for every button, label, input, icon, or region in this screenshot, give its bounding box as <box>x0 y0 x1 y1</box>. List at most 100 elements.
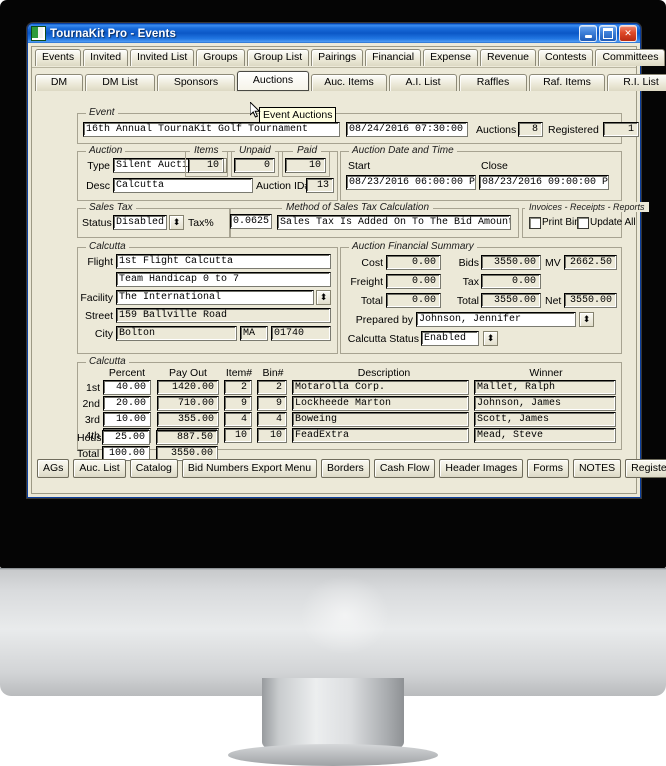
row-percent-1[interactable]: 40.00 <box>103 380 151 395</box>
row-winner-2: Johnson, James <box>474 396 616 411</box>
tab-pairings[interactable]: Pairings <box>311 49 364 66</box>
tab-revenue[interactable]: Revenue <box>479 49 537 66</box>
calcutta-status-field[interactable]: Enabled <box>421 331 479 346</box>
auction-desc-field[interactable]: Calcutta <box>113 178 253 193</box>
auctions-count-field: 8 <box>518 122 543 137</box>
button-notes[interactable]: NOTES <box>572 458 622 478</box>
button-cash-flow[interactable]: Cash Flow <box>373 458 436 478</box>
tab-auc-items[interactable]: Auc. Items <box>311 74 387 91</box>
facility-field[interactable]: The International <box>116 290 314 305</box>
row-item-1: 2 <box>224 380 252 395</box>
tab-invited[interactable]: Invited <box>83 49 129 66</box>
flight-subtitle-field[interactable]: Team Handicap 0 to 7 <box>116 272 331 287</box>
tab-dm-list[interactable]: DM List <box>85 74 155 91</box>
close-button[interactable]: ✕ <box>619 25 637 42</box>
row-winner-4: Mead, Steve <box>474 428 616 443</box>
row-winner-1: Mallet, Ralph <box>474 380 616 395</box>
tab-group-list[interactable]: Group List <box>246 49 310 66</box>
net-field: 3550.00 <box>564 293 617 308</box>
event-group: Event 16th Annual TournaKit Golf Tournam… <box>77 107 639 144</box>
registered-count-field: 1 <box>603 122 639 137</box>
items-group: Items 10 <box>185 145 228 177</box>
total-bids-label: Total <box>456 295 479 307</box>
calcutta-table-legend: Calcutta <box>86 356 129 367</box>
button-header-images[interactable]: Header Images <box>439 458 524 478</box>
prepared-by-field[interactable]: Johnson, Jennifer <box>416 312 576 327</box>
button-catalog[interactable]: Catalog <box>129 458 178 478</box>
tab-raffles[interactable]: Raffles <box>459 74 527 91</box>
tax-method-group: Method of Sales Tax Calculation Sales Ta… <box>229 202 519 238</box>
tab-contests[interactable]: Contests <box>538 49 594 66</box>
tab-expense[interactable]: Expense <box>423 49 478 66</box>
net-label: Net <box>545 295 562 307</box>
minimize-button[interactable] <box>579 25 597 42</box>
button-borders[interactable]: Borders <box>321 458 370 478</box>
maximize-button[interactable] <box>599 25 617 42</box>
row-description-3: Boweing <box>292 412 469 427</box>
button-bid-numbers-export-menu[interactable]: Bid Numbers Export Menu <box>181 458 318 478</box>
row-payout-house: 887.50 <box>156 430 218 445</box>
flight-field[interactable]: 1st Flight Calcutta <box>116 254 331 269</box>
tax-label: Tax <box>462 276 479 288</box>
window-title: TournaKit Pro - Events <box>50 27 176 40</box>
tab-sponsors[interactable]: Sponsors <box>157 74 235 91</box>
row-bin-1: 2 <box>257 380 287 395</box>
window-controls: ✕ <box>579 25 638 42</box>
close-datetime-field[interactable]: 08/23/2016 09:00:00 PM <box>479 175 609 190</box>
calcutta-status-dropdown-button[interactable]: ⬍ <box>483 331 498 346</box>
sales-tax-status-field[interactable]: Disabled <box>113 215 167 230</box>
tab-dm[interactable]: DM <box>35 74 83 91</box>
items-label: Items <box>190 145 223 156</box>
row-percent-3[interactable]: 10.00 <box>103 412 151 427</box>
row-payout-2: 710.00 <box>157 396 219 411</box>
tab-ri-list[interactable]: R.I. List <box>607 74 666 91</box>
street-label: Street <box>84 310 113 322</box>
auction-id-label: Auction ID# <box>256 180 311 192</box>
start-label: Start <box>348 160 371 172</box>
print-bin-checkbox[interactable] <box>529 217 541 229</box>
row-place-2: 2nd <box>82 398 100 410</box>
financial-summary-legend: Auction Financial Summary <box>349 241 477 252</box>
prepared-by-label: Prepared by <box>355 314 413 326</box>
mv-label: MV <box>545 257 561 269</box>
paid-label: Paid <box>293 145 322 156</box>
col-header-bin: Bin# <box>262 367 284 379</box>
tax-percent-label: Tax% <box>188 217 214 229</box>
tab-committees[interactable]: Committees <box>595 49 666 66</box>
event-group-legend: Event <box>86 107 118 118</box>
row-payout-1: 1420.00 <box>157 380 219 395</box>
sales-tax-status-dropdown-button[interactable]: ⬍ <box>169 215 184 230</box>
tab-financial[interactable]: Financial <box>365 49 422 66</box>
event-datetime-field[interactable]: 08/24/2016 07:30:00 AM <box>346 122 468 137</box>
sales-tax-status-label: Status <box>82 217 112 229</box>
calcutta-info-legend: Calcutta <box>86 241 129 252</box>
start-datetime-field[interactable]: 08/23/2016 06:00:00 PM <box>346 175 476 190</box>
update-all-label: Update All <box>590 217 636 228</box>
monitor-chin-sheen <box>300 575 390 655</box>
prepared-by-dropdown-button[interactable]: ⬍ <box>579 312 594 327</box>
event-name-field[interactable]: 16th Annual TournaKit Golf Tournament <box>83 122 340 137</box>
flight-label: Flight <box>87 256 113 268</box>
row-percent-2[interactable]: 20.00 <box>103 396 151 411</box>
city-field: Bolton <box>116 326 237 341</box>
row-percent-house[interactable]: 25.00 <box>102 430 150 445</box>
button-auc-list[interactable]: Auc. List <box>73 458 126 478</box>
bottom-button-bar: AGs Auc. List Catalog Bid Numbers Export… <box>37 456 666 480</box>
button-ags[interactable]: AGs <box>37 458 70 478</box>
button-forms[interactable]: Forms <box>527 458 569 478</box>
auctions-count-label: Auctions <box>476 124 517 136</box>
freight-field: 0.00 <box>386 274 441 289</box>
unpaid-label: Unpaid <box>235 145 275 156</box>
financial-summary-group: Auction Financial Summary Cost 0.00 Frei… <box>340 241 622 354</box>
tab-invited-list[interactable]: Invited List <box>130 49 195 66</box>
tab-auctions[interactable]: Auctions <box>237 71 309 91</box>
tab-events[interactable]: Events <box>35 49 82 66</box>
row-payout-3: 355.00 <box>157 412 219 427</box>
tab-groups[interactable]: Groups <box>196 49 245 66</box>
tab-ai-list[interactable]: A.I. List <box>389 74 457 91</box>
update-all-checkbox[interactable] <box>577 217 589 229</box>
tax-method-field: Sales Tax Is Added On To The Bid Amount <box>277 215 511 230</box>
facility-dropdown-button[interactable]: ⬍ <box>316 290 331 305</box>
tab-raf-items[interactable]: Raf. Items <box>529 74 605 91</box>
button-registered-bidders[interactable]: Registered Bidders <box>625 458 666 478</box>
